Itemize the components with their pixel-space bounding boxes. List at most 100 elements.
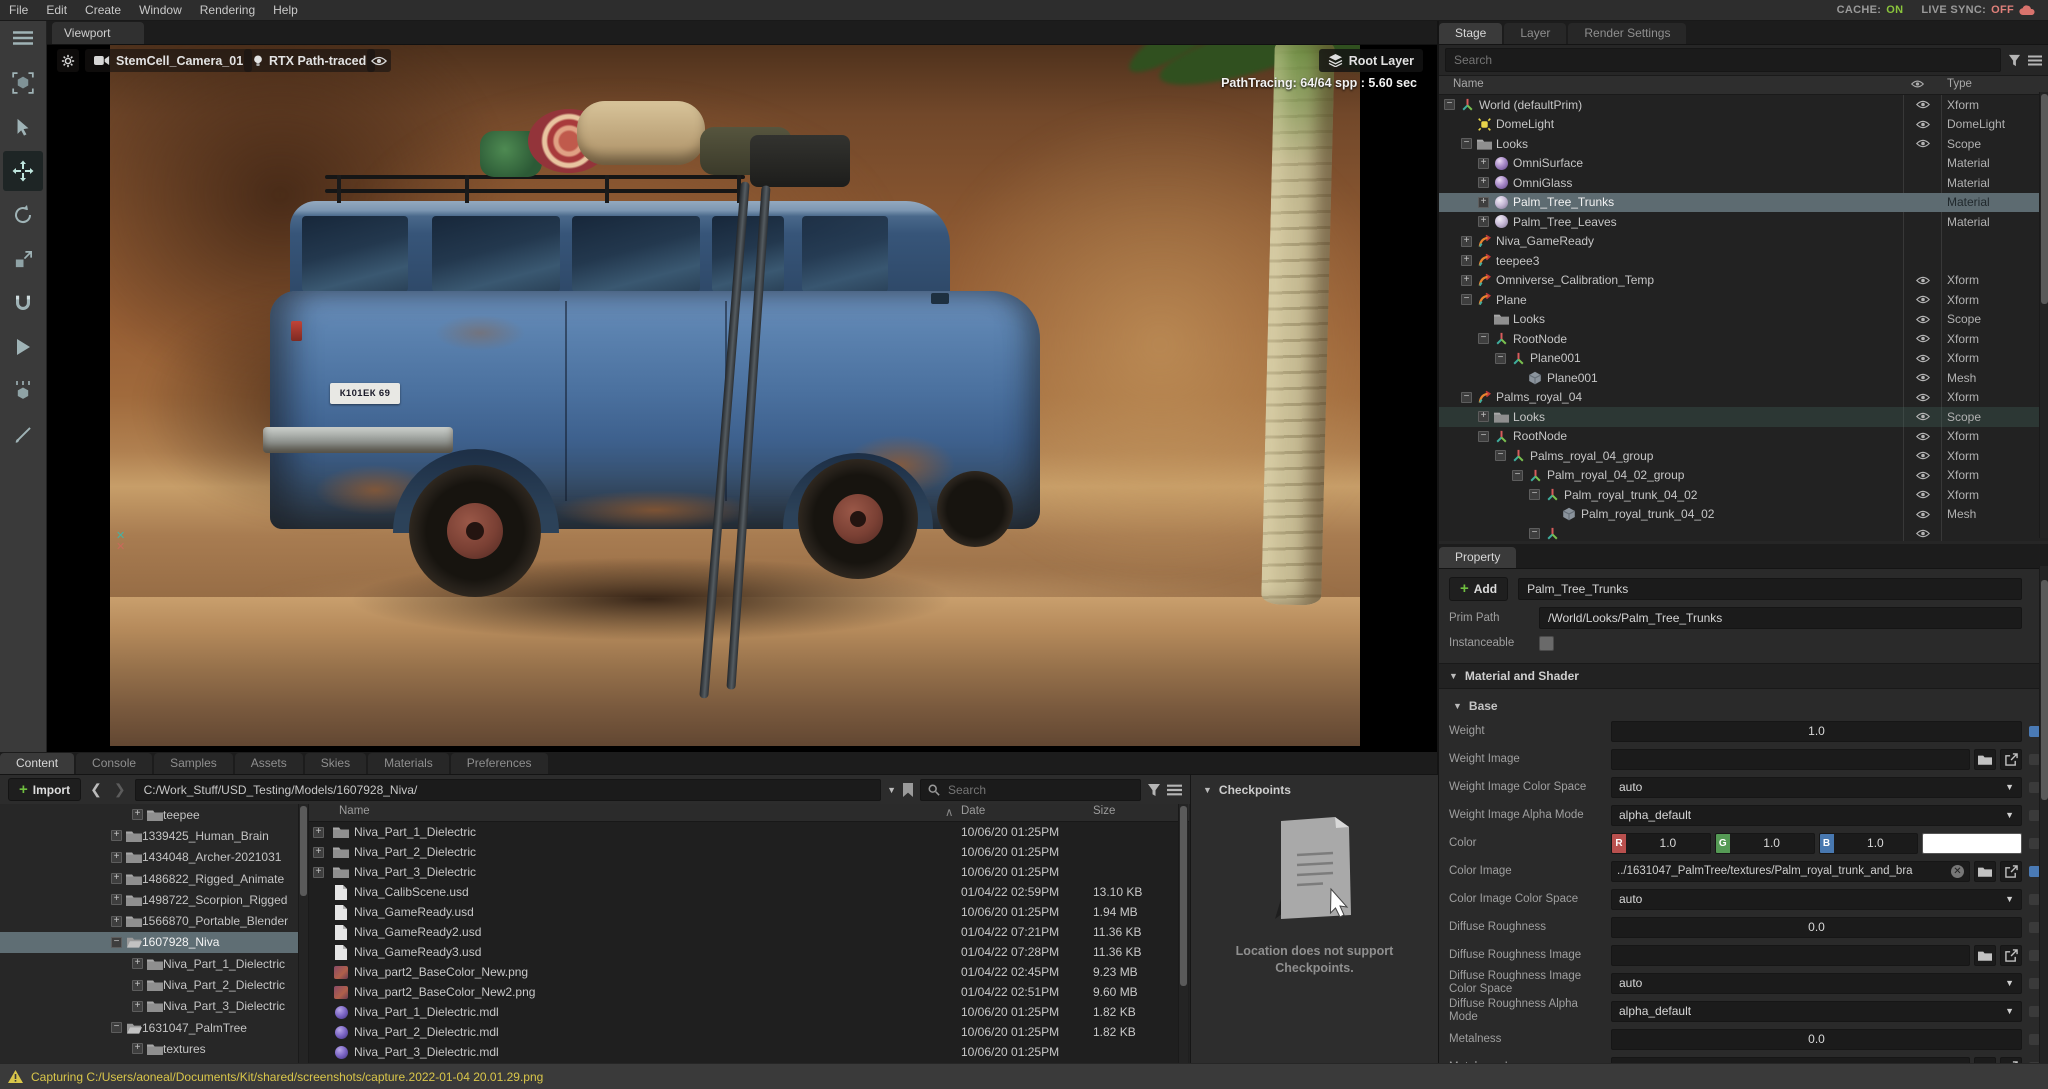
camera-selector[interactable]: StemCell_Camera_01: [85, 49, 252, 72]
filter-icon[interactable]: [2008, 54, 2021, 67]
expander-expand-icon[interactable]: +: [313, 867, 324, 878]
folder-tree-item[interactable]: +1566870_Portable_Blender: [0, 910, 308, 931]
file-row[interactable]: Niva_part2_BaseColor_New2.png01/04/22 02…: [309, 982, 1189, 1002]
tool-physics-button[interactable]: [3, 371, 43, 411]
clear-icon[interactable]: ✕: [1951, 865, 1964, 878]
folder-tree-item[interactable]: +teepee: [0, 804, 308, 825]
expander-expand-icon[interactable]: +: [313, 847, 324, 858]
expander-expand-icon[interactable]: +: [111, 916, 122, 927]
expander-expand-icon[interactable]: +: [111, 894, 122, 905]
number-field[interactable]: 0.0: [1611, 1029, 2022, 1050]
visibility-eye-icon[interactable]: [1907, 510, 1939, 519]
folder-tree-item[interactable]: +1498722_Scorpion_Rigged: [0, 889, 308, 910]
expander-expand-icon[interactable]: +: [111, 830, 122, 841]
tool-menu-button[interactable]: [3, 25, 43, 51]
stage-row[interactable]: −World (defaultPrim)Xform: [1439, 95, 2048, 115]
menu-rendering[interactable]: Rendering: [191, 3, 264, 17]
file-list-scrollbar[interactable]: [1178, 804, 1188, 1063]
file-path-field[interactable]: [1611, 749, 1970, 770]
file-row[interactable]: Niva_Part_2_Dielectric.mdl10/06/20 01:25…: [309, 1022, 1189, 1042]
menu-create[interactable]: Create: [76, 3, 130, 17]
expander-collapse-icon[interactable]: −: [1495, 353, 1506, 364]
tool-cursor-button[interactable]: [3, 107, 43, 147]
tab-skies[interactable]: Skies: [305, 753, 366, 774]
tool-paint-button[interactable]: [3, 415, 43, 455]
tool-scale-button[interactable]: [3, 239, 43, 279]
visibility-eye-icon[interactable]: [1907, 393, 1939, 402]
stage-row[interactable]: DomeLightDomeLight: [1439, 115, 2048, 135]
color-channel-g[interactable]: G1.0: [1715, 833, 1815, 854]
file-column-name[interactable]: Name: [339, 805, 370, 817]
section-material-and-shader[interactable]: ▼ Material and Shader: [1439, 663, 2048, 689]
folder-tree-item[interactable]: −1607928_Niva: [0, 932, 308, 953]
tab-assets[interactable]: Assets: [235, 753, 303, 774]
visibility-eye-icon[interactable]: [1907, 529, 1939, 538]
stage-row[interactable]: −Palms_royal_04_groupXform: [1439, 446, 2048, 466]
prim-path-field[interactable]: [1539, 607, 2022, 629]
visibility-eye-icon[interactable]: [1907, 100, 1939, 109]
open-external-icon[interactable]: [2000, 749, 2022, 770]
tool-select-button[interactable]: [3, 63, 43, 103]
stage-scrollbar[interactable]: [2039, 92, 2048, 538]
expander-expand-icon[interactable]: +: [1478, 158, 1489, 169]
expander-expand-icon[interactable]: +: [1478, 177, 1489, 188]
stage-row[interactable]: −RootNodeXform: [1439, 427, 2048, 447]
file-row[interactable]: Niva_GameReady3.usd01/04/22 07:28PM11.36…: [309, 942, 1189, 962]
section-base[interactable]: ▼ Base: [1439, 695, 2048, 717]
browse-folder-icon[interactable]: [1974, 945, 1996, 966]
back-button[interactable]: ❮: [87, 781, 105, 798]
stage-row[interactable]: +OmniGlassMaterial: [1439, 173, 2048, 193]
tool-rotate-button[interactable]: [3, 195, 43, 235]
file-row[interactable]: Niva_CalibScene.usd01/04/22 02:59PM13.10…: [309, 882, 1189, 902]
expander-expand-icon[interactable]: +: [132, 980, 143, 991]
expander-expand-icon[interactable]: +: [1461, 236, 1472, 247]
stage-row[interactable]: +OmniSurfaceMaterial: [1439, 154, 2048, 174]
expander-collapse-icon[interactable]: −: [1461, 294, 1472, 305]
expander-expand-icon[interactable]: +: [1478, 197, 1489, 208]
expander-expand-icon[interactable]: +: [1461, 275, 1472, 286]
file-row[interactable]: +Niva_Part_2_Dielectric10/06/20 01:25PM: [309, 842, 1189, 862]
dropdown-field[interactable]: auto▼: [1611, 973, 2022, 994]
tab-viewport[interactable]: Viewport: [52, 22, 144, 44]
file-column-size[interactable]: Size: [1093, 805, 1115, 817]
live-sync-status[interactable]: LIVE SYNC: OFF: [1921, 4, 2036, 16]
browse-folder-icon[interactable]: [1974, 749, 1996, 770]
visibility-eye-icon[interactable]: [1907, 315, 1939, 324]
viewport-canvas[interactable]: К101ЕК 69 ✕✕ StemCell_Camera_01: [47, 45, 1437, 752]
options-menu-icon[interactable]: [2028, 55, 2042, 66]
expander-expand-icon[interactable]: +: [111, 852, 122, 863]
filter-icon[interactable]: [1147, 783, 1161, 797]
open-external-icon[interactable]: [2000, 945, 2022, 966]
tab-console[interactable]: Console: [76, 753, 152, 774]
stage-search-input[interactable]: [1445, 48, 2001, 72]
expander-collapse-icon[interactable]: −: [1444, 99, 1455, 110]
forward-button[interactable]: ❯: [111, 781, 129, 798]
stage-row[interactable]: −Plane001Xform: [1439, 349, 2048, 369]
stage-row[interactable]: −RootNodeXform: [1439, 329, 2048, 349]
menu-window[interactable]: Window: [130, 3, 191, 17]
expander-collapse-icon[interactable]: −: [1478, 333, 1489, 344]
expander-collapse-icon[interactable]: −: [1461, 392, 1472, 403]
expander-expand-icon[interactable]: +: [1461, 255, 1472, 266]
content-search-input[interactable]: [946, 782, 1133, 798]
stage-row[interactable]: −Palms_royal_04Xform: [1439, 388, 2048, 408]
stage-row[interactable]: −LooksScope: [1439, 134, 2048, 154]
folder-tree-item[interactable]: +Niva_Part_3_Dielectric: [0, 996, 308, 1017]
file-row[interactable]: Niva_GameReady.usd10/06/20 01:25PM1.94 M…: [309, 902, 1189, 922]
file-row[interactable]: Niva_Part_3_Dielectric.mdl10/06/20 01:25…: [309, 1042, 1189, 1062]
visibility-eye-icon[interactable]: [1907, 120, 1939, 129]
stage-row[interactable]: +Niva_GameReady: [1439, 232, 2048, 252]
visibility-eye-icon[interactable]: [1907, 334, 1939, 343]
stage-row[interactable]: +teepee3: [1439, 251, 2048, 271]
visibility-eye-icon[interactable]: [1907, 471, 1939, 480]
color-swatch[interactable]: [1922, 833, 2022, 854]
number-field[interactable]: 1.0: [1611, 721, 2022, 742]
folder-tree-item[interactable]: −1631047_PalmTree: [0, 1017, 308, 1038]
stage-row[interactable]: −Palm_royal_trunk_04_02Xform: [1439, 485, 2048, 505]
folder-tree-item[interactable]: +Niva_Part_1_Dielectric: [0, 953, 308, 974]
file-row[interactable]: Niva_GameReady2.usd01/04/22 07:21PM11.36…: [309, 922, 1189, 942]
checkpoints-header[interactable]: ▼ Checkpoints: [1191, 775, 1438, 797]
bookmark-icon[interactable]: [902, 783, 914, 797]
visibility-eye-icon[interactable]: [1907, 412, 1939, 421]
menu-help[interactable]: Help: [264, 3, 307, 17]
